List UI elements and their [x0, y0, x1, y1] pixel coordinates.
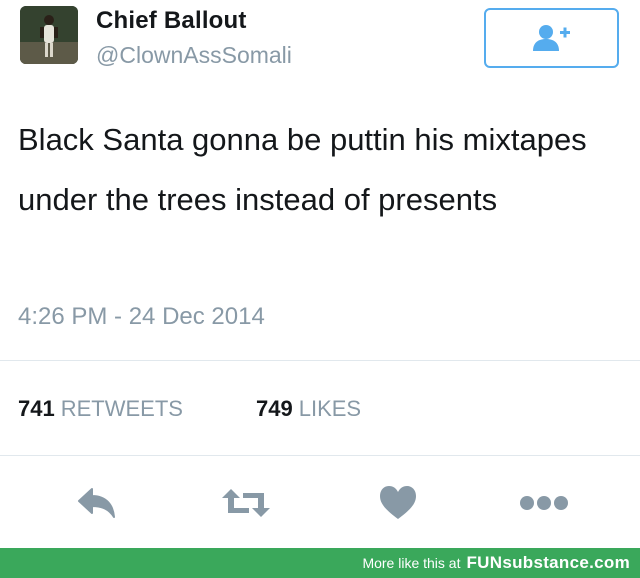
- like-count: 749: [256, 396, 293, 421]
- retweet-button[interactable]: [218, 483, 274, 523]
- heart-icon: [380, 486, 416, 519]
- retweet-label: RETWEETS: [60, 396, 183, 421]
- watermark-banner: More like this at FUNsubstance.com: [0, 548, 640, 578]
- tweet-timestamp[interactable]: 4:26 PM - 24 Dec 2014: [18, 303, 265, 331]
- more-button[interactable]: [516, 483, 572, 523]
- watermark-brand: FUNsubstance.com: [466, 553, 630, 572]
- avatar[interactable]: [20, 6, 78, 64]
- display-name[interactable]: Chief Ballout: [96, 7, 247, 35]
- reply-icon: [78, 488, 115, 518]
- divider: [0, 455, 640, 456]
- tweet-text: Black Santa gonna be puttin his mixtapes…: [18, 122, 587, 217]
- reply-button[interactable]: [72, 483, 122, 523]
- user-handle[interactable]: @ClownAssSomali: [96, 42, 292, 69]
- like-label: LIKES: [298, 396, 362, 421]
- like-button[interactable]: [375, 483, 421, 523]
- follow-button[interactable]: [484, 8, 619, 68]
- follow-user-icon: [532, 25, 570, 51]
- retweet-icon: [222, 489, 270, 517]
- retweet-count: 741: [18, 396, 55, 421]
- more-icon: [520, 496, 568, 510]
- avatar-photo: [20, 6, 78, 64]
- watermark-prefix: More like this at: [362, 555, 461, 571]
- like-stat[interactable]: 749 LIKES: [256, 396, 361, 422]
- divider: [0, 360, 640, 361]
- retweet-stat[interactable]: 741 RETWEETS: [18, 396, 183, 422]
